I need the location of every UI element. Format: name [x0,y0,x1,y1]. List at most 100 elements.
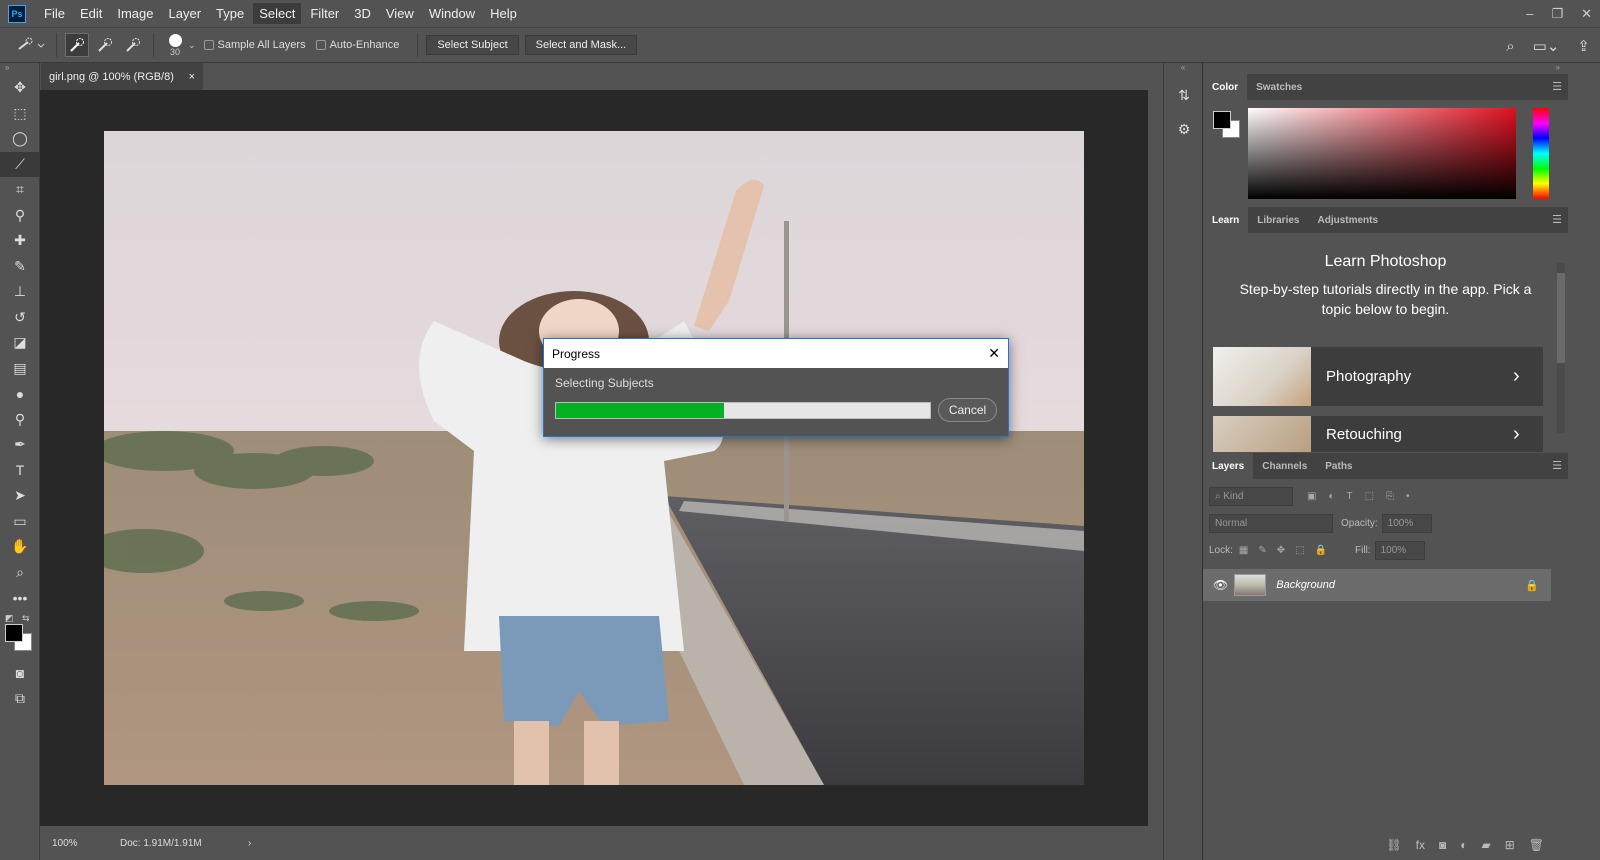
properties-panel-icon[interactable]: ⚙ [1169,115,1199,143]
more-tools-icon[interactable]: ••• [0,585,40,611]
menu-help[interactable]: Help [484,3,523,24]
new-layer-icon[interactable]: ⊞ [1505,838,1515,852]
panel-menu-icon[interactable]: ☰ [1552,213,1562,226]
close-window-button[interactable]: ✕ [1581,6,1592,22]
subtract-from-selection-button[interactable] [121,33,145,57]
pen-tool-icon[interactable]: ✒ [0,432,40,458]
scrollbar-thumb[interactable] [1557,273,1565,363]
crop-tool-icon[interactable]: ⌗ [0,177,40,203]
swap-colors-icon[interactable]: ⇆ [22,613,30,624]
chevron-down-icon[interactable]: ⌄ [188,40,196,51]
rectangular-marquee-icon[interactable]: ⬚ [0,101,40,127]
clone-stamp-icon[interactable]: ⊥ [0,279,40,305]
document-tab[interactable]: girl.png @ 100% (RGB/8) × [41,63,203,90]
zoom-tool-icon[interactable]: ⌕ [0,560,40,586]
collapse-arrows-icon[interactable]: « [1164,63,1202,75]
foreground-color-swatch[interactable] [1213,111,1231,129]
lasso-icon[interactable]: ◯ [0,126,40,152]
path-selection-icon[interactable]: ➤ [0,483,40,509]
learn-card-retouching[interactable]: Retouching › [1213,416,1543,452]
menu-layer[interactable]: Layer [163,3,208,24]
default-colors-icon[interactable]: ◩ [5,613,14,624]
lock-icons[interactable]: ▦✎✥⬚🔒 [1239,545,1337,556]
new-group-icon[interactable]: ▰ [1481,838,1490,852]
collapse-arrows-icon[interactable]: » [0,63,39,75]
menu-image[interactable]: Image [111,3,159,24]
menu-view[interactable]: View [380,3,420,24]
opacity-input[interactable]: 100% [1381,514,1432,533]
tab-color[interactable]: Color [1203,74,1248,100]
menu-filter[interactable]: Filter [304,3,345,24]
tab-libraries[interactable]: Libraries [1248,207,1308,233]
foreground-color-swatch[interactable] [5,623,23,642]
restore-button[interactable]: ❐ [1551,6,1563,22]
select-and-mask-button[interactable]: Select and Mask... [524,35,638,55]
layer-row-background[interactable]: 👁 Background 🔒 [1203,569,1551,601]
history-panel-icon[interactable]: ⇅ [1169,81,1199,109]
sample-all-layers-checkbox[interactable]: Sample All Layers [203,39,306,51]
menu-type[interactable]: Type [210,3,250,24]
hue-slider[interactable] [1533,108,1549,199]
auto-enhance-checkbox[interactable]: Auto-Enhance [315,39,399,51]
vertical-scrollbar[interactable] [1148,90,1163,826]
tool-preset-picker[interactable] [14,33,48,57]
quick-selection-tool-icon[interactable]: ⟋ [0,151,40,177]
menu-edit[interactable]: Edit [74,3,108,24]
blur-tool-icon[interactable]: ● [0,381,40,407]
add-mask-icon[interactable]: ◙ [1439,838,1446,852]
add-to-selection-button[interactable] [93,33,117,57]
fill-input[interactable]: 100% [1374,541,1425,560]
quick-mask-icon[interactable]: ◙ [0,661,40,687]
tab-paths[interactable]: Paths [1316,453,1361,479]
layer-filter-icons[interactable]: ▣◐T⬚⎘• [1307,491,1422,502]
healing-brush-icon[interactable]: ✚ [0,228,40,254]
zoom-level[interactable]: 100% [52,838,120,849]
eyedropper-icon[interactable]: ⚲ [0,203,40,229]
collapse-panels-icon[interactable]: » [1203,63,1568,74]
learn-scrollbar[interactable] [1557,263,1565,433]
rectangle-tool-icon[interactable]: ▭ [0,509,40,535]
tab-layers[interactable]: Layers [1203,453,1254,479]
minimize-button[interactable]: – [1526,6,1533,21]
new-selection-mode-button[interactable] [65,33,89,57]
color-picker-field[interactable] [1248,108,1516,199]
learn-card-photography[interactable]: Photography › [1213,347,1543,406]
search-icon[interactable]: ⌕ [1506,38,1514,55]
tab-learn[interactable]: Learn [1203,207,1249,233]
gradient-tool-icon[interactable]: ▤ [0,356,40,382]
panel-menu-icon[interactable]: ☰ [1552,80,1562,93]
share-icon[interactable]: ⇪ [1577,37,1590,55]
visibility-eye-icon[interactable]: 👁 [1213,578,1228,592]
close-tab-icon[interactable]: × [189,71,195,83]
menu-3d[interactable]: 3D [348,3,377,24]
dodge-tool-icon[interactable]: ⚲ [0,407,40,433]
hand-tool-icon[interactable]: ✋ [0,534,40,560]
screen-mode-icon[interactable]: ⧉ [0,686,40,712]
status-menu-arrow-icon[interactable]: › [248,838,251,849]
fx-icon[interactable]: fx [1416,838,1425,852]
photo-girl[interactable] [104,131,1084,785]
eraser-icon[interactable]: ◪ [0,330,40,356]
tab-channels[interactable]: Channels [1253,453,1316,479]
tab-adjustments[interactable]: Adjustments [1308,207,1387,233]
cancel-button[interactable]: Cancel [938,398,997,422]
trash-icon[interactable]: 🗑 [1529,838,1544,852]
type-tool-icon[interactable]: T [0,458,40,484]
dialog-close-icon[interactable]: ✕ [988,345,1000,362]
menu-window[interactable]: Window [423,3,481,24]
brush-picker[interactable]: 30 [162,33,188,57]
select-subject-button[interactable]: Select Subject [426,35,519,55]
history-brush-icon[interactable]: ↺ [0,305,40,331]
link-layers-icon[interactable]: ⛓ [1386,838,1401,852]
blend-mode-dropdown[interactable]: Normal [1209,514,1333,533]
tab-swatches[interactable]: Swatches [1247,74,1311,100]
layer-name[interactable]: Background [1276,579,1525,591]
brush-tool-icon[interactable]: ✎ [0,254,40,280]
menu-select[interactable]: Select [253,3,302,24]
kind-filter-dropdown[interactable]: ⌕ Kind [1209,487,1293,506]
workspace-icon[interactable]: ▭⌄ [1533,37,1560,55]
lock-icon[interactable]: 🔒 [1525,579,1539,592]
menu-file[interactable]: File [38,3,71,24]
adjustment-layer-icon[interactable]: ◐ [1460,838,1467,852]
panel-menu-icon[interactable]: ☰ [1552,459,1562,472]
